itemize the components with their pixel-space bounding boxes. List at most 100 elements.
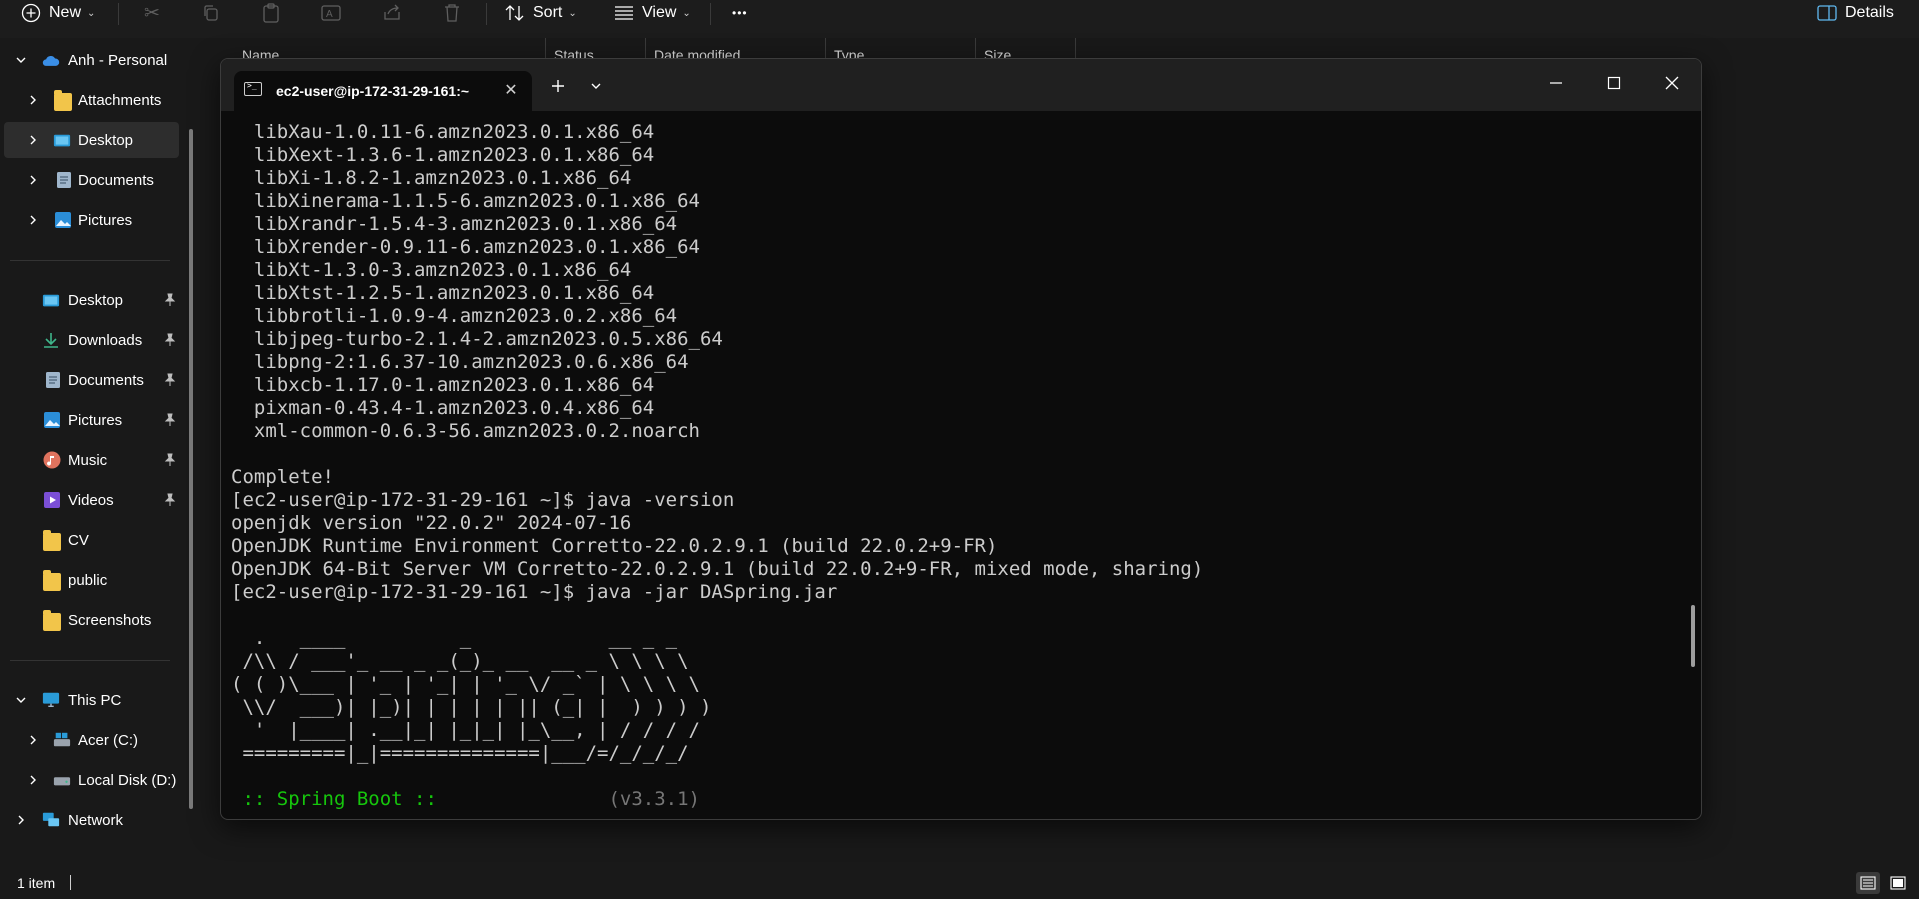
terminal-line: libXau-1.0.11-6.amzn2023.0.1.x86_64 [231,121,655,143]
chevron-right-icon[interactable] [26,133,40,147]
terminal-tab[interactable]: ec2-user@ip-172-31-29-161:~ ✕ [234,71,532,112]
svg-text:A: A [326,9,333,20]
minimize-icon [1550,82,1562,84]
terminal-icon [244,81,262,96]
sidebar-item-network[interactable]: Network [4,802,179,838]
onedrive-icon [42,55,60,66]
tab-dropdown-button[interactable] [582,74,610,98]
details-label: Details [1845,4,1894,21]
documents-icon [57,172,71,188]
cut-icon[interactable]: ✂ [139,0,165,26]
sidebar-item-label: Desktop [68,292,124,309]
chevron-right-icon[interactable] [26,93,40,107]
details-button[interactable]: Details [1817,0,1894,26]
downloads-icon [44,333,58,348]
sidebar-item-onedrive[interactable]: Anh - Personal [4,42,179,78]
folder-icon [43,530,61,551]
large-icons-view-button[interactable] [1886,872,1910,894]
terminal-line: libXext-1.3.6-1.amzn2023.0.1.x86_64 [231,144,655,166]
pin-icon[interactable] [164,453,176,467]
chevron-right-icon[interactable] [26,173,40,187]
details-view-button[interactable] [1856,872,1880,894]
chevron-down-icon[interactable] [14,53,28,67]
more-options-button[interactable]: ••• [732,0,748,26]
close-button[interactable] [1643,59,1701,107]
sidebar-item-screenshots[interactable]: Screenshots [4,602,179,638]
chevron-down-icon[interactable] [14,693,28,707]
sidebar-item-desktop[interactable]: Desktop [4,282,179,318]
sort-button[interactable]: Sort ⌄ [505,0,577,26]
sidebar-item-label: Anh - Personal [68,52,168,69]
new-label: New [49,4,82,21]
view-button[interactable]: View ⌄ [614,0,691,26]
sidebar-item-pictures-onedrive[interactable]: Pictures [4,202,179,238]
terminal-scrollbar[interactable] [1691,605,1695,667]
delete-icon[interactable] [439,0,465,26]
chevron-right-icon[interactable] [26,213,40,227]
rename-icon[interactable]: A [318,0,344,26]
sidebar-item-label: Videos [68,492,114,509]
command-bar: New ⌄ ✂ A Sort ⌄ View ⌄ ••• Details [0,0,1919,38]
pin-icon[interactable] [164,413,176,427]
pin-icon[interactable] [164,493,176,507]
sidebar-item-public[interactable]: public [4,562,179,598]
desktop-icon [53,134,71,147]
pin-icon[interactable] [164,293,176,307]
terminal-line: openjdk version "22.0.2" 2024-07-16 [231,512,632,534]
pin-icon[interactable] [164,333,176,347]
navigation-pane: Anh - Personal Attachments Desktop Docum… [0,38,196,864]
close-tab-icon[interactable]: ✕ [502,81,520,99]
sidebar-item-downloads[interactable]: Downloads [4,322,179,358]
plus-circle-icon [21,3,41,23]
copy-icon[interactable] [198,0,224,26]
terminal-line: [ec2-user@ip-172-31-29-161 ~]$ java -jar… [231,581,838,603]
terminal-line: libjpeg-turbo-2.1.4-2.amzn2023.0.5.x86_6… [231,328,723,350]
plus-icon [552,80,564,92]
maximize-button[interactable] [1585,59,1643,107]
terminal-line: libXinerama-1.1.5-6.amzn2023.0.1.x86_64 [231,190,700,212]
large-icons-view-icon [1890,876,1906,890]
sidebar-item-label: Desktop [78,132,134,149]
sidebar-item-pictures[interactable]: Pictures [4,402,179,438]
terminal-title-bar[interactable]: ec2-user@ip-172-31-29-161:~ ✕ [221,59,1701,112]
sidebar-item-music[interactable]: Music [4,442,179,478]
chevron-right-icon[interactable] [26,733,40,747]
pictures-icon [55,212,71,228]
sidebar-item-videos[interactable]: Videos [4,482,179,518]
terminal-output[interactable]: libXau-1.0.11-6.amzn2023.0.1.x86_64 libX… [221,111,1701,819]
share-icon[interactable] [379,0,405,26]
terminal-tab-title: ec2-user@ip-172-31-29-161:~ [276,83,470,99]
terminal-line: =========|_|==============|___/=/_/_/_/ [231,742,689,764]
more-icon: ••• [732,6,748,20]
minimize-button[interactable] [1527,59,1585,107]
pin-icon[interactable] [164,373,176,387]
spring-boot-banner-line: :: Spring Boot :: (v3.3.1) [231,788,1701,811]
sidebar-item-this-pc[interactable]: This PC [4,682,179,718]
sidebar-item-desktop-onedrive[interactable]: Desktop [4,122,179,158]
sidebar-item-attachments[interactable]: Attachments [4,82,179,118]
sidebar-item-drive-d[interactable]: Local Disk (D:) [4,762,179,798]
chevron-right-icon[interactable] [26,773,40,787]
sidebar-item-label: Pictures [68,412,123,429]
terminal-line: libXrender-0.9.11-6.amzn2023.0.1.x86_64 [231,236,700,258]
paste-icon[interactable] [258,0,284,26]
sidebar-item-documents-onedrive[interactable]: Documents [4,162,179,198]
windows-drive-icon [53,732,71,747]
new-button[interactable]: New ⌄ [21,0,95,26]
chevron-right-icon[interactable] [14,813,28,827]
terminal-line: \\/ ___)| |_)| | | | | || (_| | ) ) ) ) [231,696,712,718]
sidebar-item-cv[interactable]: CV [4,522,179,558]
sidebar-item-documents[interactable]: Documents [4,362,179,398]
sort-icon [505,5,524,21]
sidebar-item-drive-c[interactable]: Acer (C:) [4,722,179,758]
sidebar-item-label: Screenshots [68,612,152,629]
videos-icon [44,492,60,508]
details-pane-icon [1817,5,1837,21]
network-icon [42,812,60,827]
terminal-line: ' |____| .__|_| |_|_| |_\__, | / / / / [231,719,700,741]
sidebar-item-label: Local Disk (D:) [78,772,177,789]
sidebar-scrollbar[interactable] [189,129,193,809]
new-tab-button[interactable] [544,74,572,98]
